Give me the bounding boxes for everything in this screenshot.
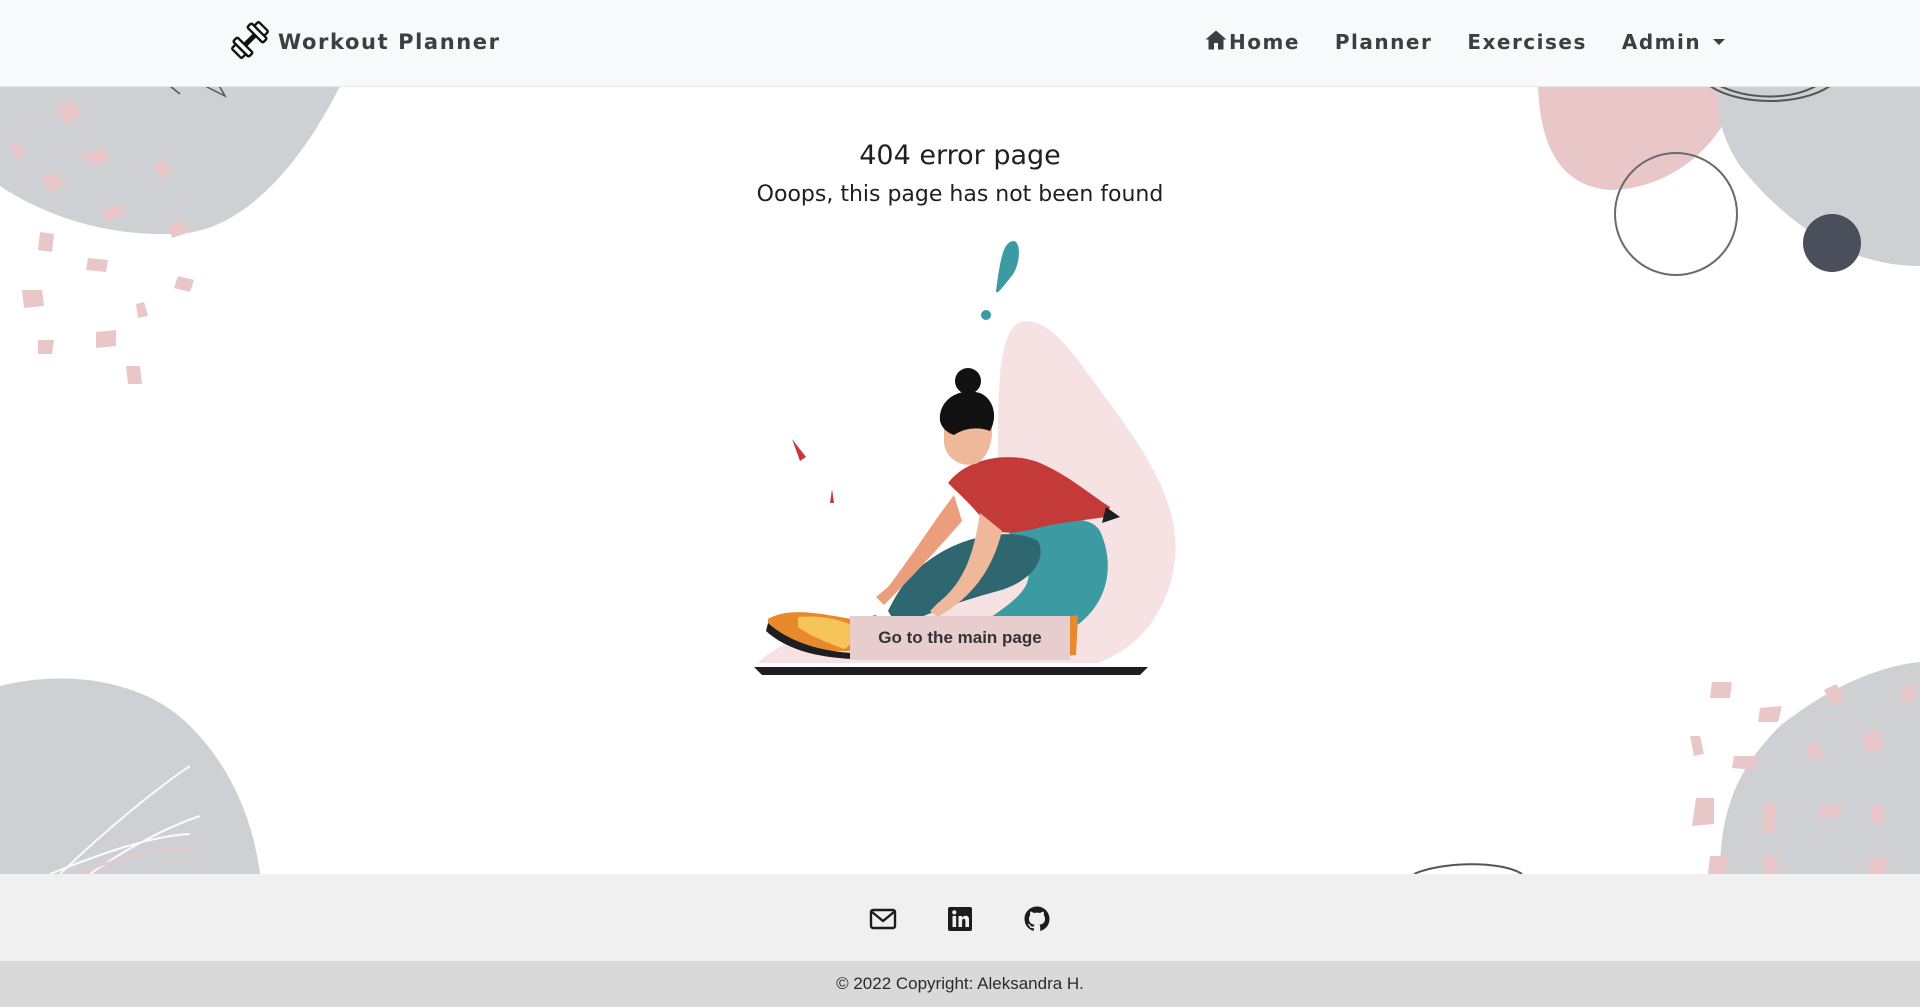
navbar: Workout Planner Home Planner Exercises A… [0, 0, 1920, 87]
github-icon [1022, 906, 1052, 938]
email-link[interactable] [868, 904, 898, 934]
nav-home-label: Home [1229, 30, 1300, 54]
brand-link[interactable]: Workout Planner [228, 20, 501, 64]
github-link[interactable] [1022, 904, 1052, 934]
linkedin-link[interactable] [945, 904, 975, 934]
envelope-icon [868, 908, 898, 938]
page-subtitle: Ooops, this page has not been found [756, 182, 1164, 207]
page-title: 404 error page [859, 140, 1061, 171]
footer-social-bar [0, 874, 1920, 961]
footer-copyright: © 2022 Copyright: Aleksandra H. [0, 961, 1920, 1007]
main-content: 404 error page Ooops, this page has not … [0, 86, 1920, 874]
nav-exercises[interactable]: Exercises [1467, 30, 1587, 54]
main-nav: Home Planner Exercises Admin [1204, 22, 1760, 62]
home-icon [1204, 28, 1229, 57]
nav-admin-dropdown[interactable]: Admin [1621, 30, 1726, 54]
dumbbell-icon [228, 18, 272, 67]
chevron-down-icon [1713, 39, 1726, 45]
nav-home[interactable]: Home [1204, 28, 1300, 57]
nav-admin-label: Admin [1621, 30, 1702, 54]
linkedin-icon [945, 907, 975, 938]
go-to-main-page-button[interactable]: Go to the main page [850, 616, 1070, 660]
brand-name: Workout Planner [278, 30, 501, 54]
stretching-woman-illustration [754, 241, 1176, 675]
nav-planner[interactable]: Planner [1335, 30, 1432, 54]
